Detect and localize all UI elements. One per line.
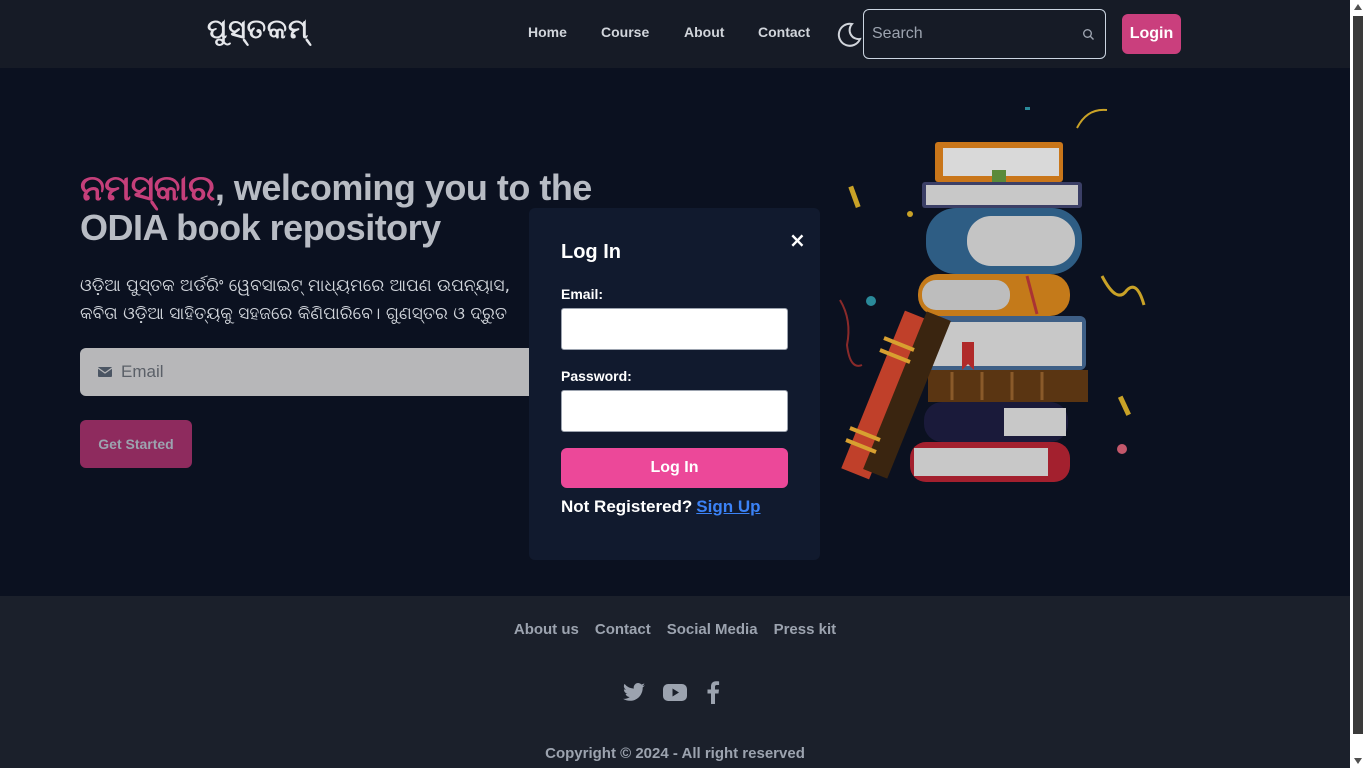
- email-label: Email:: [561, 286, 604, 302]
- footer-links: About us Contact Social Media Press kit: [0, 621, 1350, 638]
- hero-email-box: [80, 348, 540, 396]
- social-icons: [622, 680, 722, 704]
- nav-links: Home Course About Contact: [520, 24, 830, 40]
- hero-description: ଓଡ଼ିଆ ପୁସ୍ତକ ଅର୍ଡରିଂ ୱେବସାଇଟ୍ ମାଧ୍ୟମରେ ଆ…: [80, 276, 511, 324]
- search-input[interactable]: [872, 23, 1072, 45]
- modal-login-button[interactable]: Log In: [561, 448, 788, 488]
- footer-link-about-us[interactable]: About us: [514, 621, 579, 638]
- password-field[interactable]: [561, 390, 788, 432]
- signup-link[interactable]: Sign Up: [696, 497, 760, 516]
- facebook-icon[interactable]: [704, 680, 722, 704]
- nav-link-contact[interactable]: Contact: [750, 24, 830, 40]
- site-logo[interactable]: ପୁସ୍ତକମ୍: [207, 14, 309, 46]
- copyright-text: Copyright © 2024 - All right reserved: [545, 745, 805, 762]
- close-icon[interactable]: ×: [789, 228, 806, 252]
- footer-link-contact[interactable]: Contact: [595, 621, 651, 638]
- modal-title: Log In: [561, 241, 621, 263]
- youtube-icon[interactable]: [662, 680, 688, 704]
- scroll-down-arrow-icon[interactable]: [1354, 758, 1362, 764]
- get-started-button[interactable]: Get Started: [80, 420, 192, 468]
- register-prompt: Not Registered? Sign Up: [561, 497, 761, 517]
- password-label: Password:: [561, 368, 632, 384]
- page: ପୁସ୍ତକମ୍ Home Course About Contact Login…: [0, 0, 1350, 768]
- footer: About us Contact Social Media Press kit …: [0, 596, 1350, 768]
- moon-icon[interactable]: [835, 20, 863, 48]
- footer-link-press-kit[interactable]: Press kit: [774, 621, 837, 638]
- nav-link-course[interactable]: Course: [593, 24, 676, 40]
- page-scrollbar[interactable]: [1350, 0, 1366, 768]
- hero-email-input[interactable]: [121, 360, 521, 384]
- login-modal: Log In × Email: Password: Log In Not Reg…: [529, 208, 820, 560]
- search-box: [863, 9, 1106, 59]
- twitter-icon[interactable]: [622, 680, 646, 704]
- mail-icon: [98, 367, 112, 377]
- login-button[interactable]: Login: [1122, 14, 1181, 54]
- hero-title-accent: ନମସ୍କାର: [80, 167, 215, 208]
- book-stack-illustration: [839, 107, 1146, 482]
- scrollbar-thumb[interactable]: [1353, 16, 1363, 734]
- search-icon[interactable]: [1082, 28, 1095, 41]
- nav-link-about[interactable]: About: [676, 24, 750, 40]
- email-field[interactable]: [561, 308, 788, 350]
- nav-link-home[interactable]: Home: [520, 24, 593, 40]
- register-prompt-text: Not Registered?: [561, 497, 693, 516]
- navbar: ପୁସ୍ତକମ୍ Home Course About Contact Login: [0, 0, 1350, 68]
- scroll-up-arrow-icon[interactable]: [1354, 4, 1362, 10]
- footer-link-social-media[interactable]: Social Media: [667, 621, 758, 638]
